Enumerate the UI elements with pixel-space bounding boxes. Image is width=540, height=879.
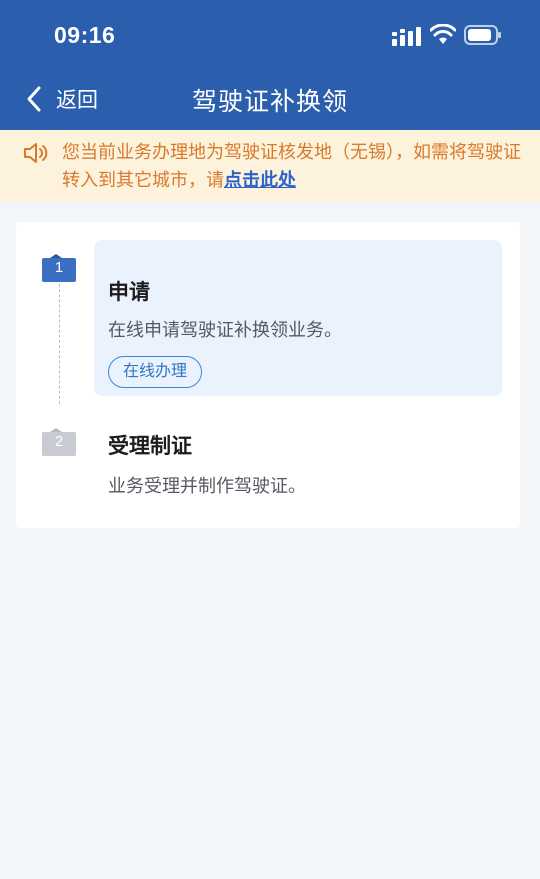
process-card: 1 2 申请 在线申请驾驶证补换领业务。 在线办理 受理制证 业务受理并制作驾驶…	[16, 222, 520, 528]
signal-icon	[392, 27, 421, 46]
notice-banner: 您当前业务办理地为驾驶证核发地（无锡），如需将驾驶证转入到其它城市，请点击此处	[0, 130, 540, 202]
wifi-icon	[430, 24, 456, 44]
speaker-icon	[24, 143, 48, 163]
step-connector	[59, 284, 60, 404]
step-2-badge: 2	[42, 426, 76, 456]
step-1-badge: 1	[42, 252, 76, 282]
step-2-title: 受理制证	[108, 434, 192, 458]
click-here-link[interactable]: 点击此处	[224, 170, 296, 191]
step-2-description: 业务受理并制作驾驶证。	[108, 476, 306, 497]
header: 09:16 返回 驾驶证补换领	[0, 0, 540, 130]
navigation-bar: 返回 驾驶证补换领	[0, 70, 540, 130]
status-bar: 09:16	[0, 0, 540, 70]
step-1-description: 在线申请驾驶证补换领业务。	[108, 320, 342, 341]
online-apply-button[interactable]: 在线办理	[108, 356, 203, 388]
status-time: 09:16	[54, 22, 116, 48]
step-1-panel: 申请 在线申请驾驶证补换领业务。 在线办理	[94, 240, 502, 396]
step-1-title: 申请	[108, 280, 150, 304]
battery-icon	[464, 25, 501, 45]
step-1-number: 1	[54, 259, 64, 276]
step-2-number: 2	[54, 433, 64, 450]
notice-text: 您当前业务办理地为驾驶证核发地（无锡），如需将驾驶证转入到其它城市，请点击此处	[62, 139, 522, 195]
page-title: 驾驶证补换领	[191, 87, 348, 116]
